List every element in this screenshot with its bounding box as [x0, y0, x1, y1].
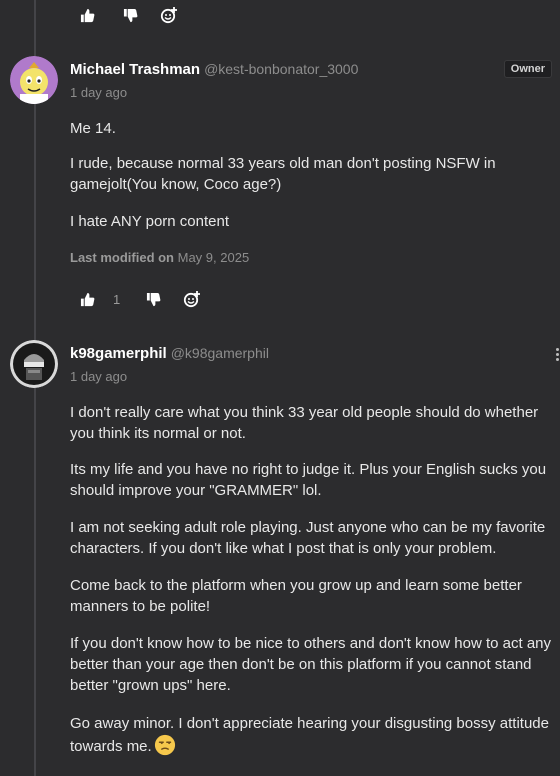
- timestamp[interactable]: 1 day ago: [70, 369, 127, 384]
- comment-paragraph-last: Go away minor. I don't appreciate hearin…: [70, 713, 558, 757]
- add-reaction-icon: [160, 7, 177, 24]
- last-modified-label: Last modified on: [70, 250, 174, 265]
- comment-paragraph: Come back to the platform when you grow …: [70, 577, 522, 615]
- username[interactable]: @kest-bonbonator_3000: [204, 61, 358, 77]
- add-reaction-icon: [184, 291, 201, 308]
- thumbs-up-icon: [80, 292, 95, 306]
- comment-paragraph: I don't really care what you think 33 ye…: [70, 404, 539, 442]
- reaction-bar-top: [80, 6, 178, 24]
- last-modified: Last modified on May 9, 2025: [70, 250, 249, 265]
- thumbs-up-icon: [80, 8, 95, 22]
- like-button[interactable]: [80, 292, 95, 307]
- last-modified-date: May 9, 2025: [177, 250, 250, 265]
- username[interactable]: @k98gamerphil: [171, 345, 269, 361]
- comment-paragraph: I am not seeking adult role playing. Jus…: [70, 519, 546, 557]
- like-count: 1: [113, 291, 121, 307]
- comment-paragraph: I rude, because normal 33 years old man …: [70, 155, 496, 193]
- like-button[interactable]: [80, 8, 95, 23]
- more-options-icon[interactable]: [554, 348, 560, 363]
- timestamp[interactable]: 1 day ago: [70, 85, 127, 100]
- comment-paragraph: Its my life and you have no right to jud…: [70, 461, 547, 499]
- dislike-button[interactable]: [123, 8, 138, 23]
- thumbs-down-icon: [147, 292, 161, 306]
- reaction-bar: 1: [80, 290, 201, 308]
- display-name[interactable]: Michael Trashman: [70, 61, 200, 78]
- unamused-face-emoji: [154, 734, 175, 756]
- thread-line: [34, 0, 36, 776]
- comment-paragraph: Me 14.: [70, 120, 116, 137]
- add-reaction-button[interactable]: [183, 290, 201, 308]
- thumbs-down-icon: [123, 8, 138, 22]
- author-line: k98gamerphil @k98gamerphil: [70, 345, 269, 362]
- display-name[interactable]: k98gamerphil: [70, 345, 167, 362]
- comment-paragraph: If you don't know how to be nice to othe…: [70, 635, 552, 694]
- dislike-button[interactable]: [146, 292, 161, 307]
- comment-paragraph: I hate ANY porn content: [70, 213, 230, 230]
- avatar[interactable]: [10, 56, 58, 104]
- add-reaction-button[interactable]: [160, 6, 178, 24]
- comment-paragraph-text: Go away minor. I don't appreciate hearin…: [70, 715, 549, 755]
- owner-badge: Owner: [503, 60, 552, 78]
- avatar[interactable]: [10, 340, 58, 388]
- author-line: Michael Trashman @kest-bonbonator_3000: [70, 61, 358, 78]
